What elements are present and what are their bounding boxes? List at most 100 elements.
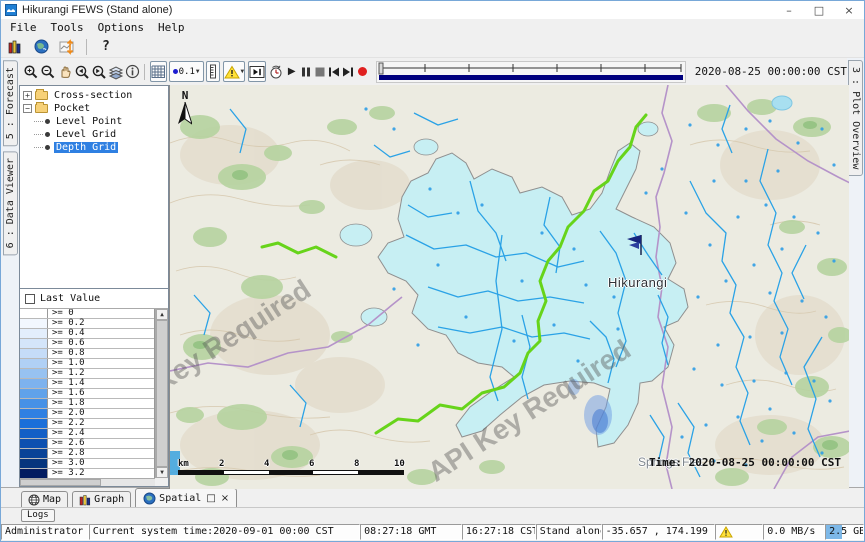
close-button[interactable]: × xyxy=(834,1,864,19)
bar-chart-icon xyxy=(79,494,91,506)
zoom-in-icon xyxy=(23,64,39,80)
legend-row[interactable]: >= 2.2 xyxy=(20,419,154,429)
grid-display-button[interactable] xyxy=(150,61,167,82)
step-back-button[interactable] xyxy=(327,61,340,82)
legend-row[interactable]: >= 2.6 xyxy=(20,439,154,449)
tree-node-label[interactable]: Pocket xyxy=(52,103,92,114)
legend-vertical-scrollbar[interactable]: ▲ ▼ xyxy=(155,309,168,478)
legend-row[interactable]: >= 1.0 xyxy=(20,359,154,369)
menu-item[interactable]: File xyxy=(3,21,44,34)
tab-maximize-icon[interactable]: □ xyxy=(206,493,215,504)
menu-item[interactable]: Options xyxy=(91,21,151,34)
tree-row[interactable]: + Cross-section xyxy=(20,89,168,101)
timeline-slider[interactable] xyxy=(376,61,686,83)
scroll-down-icon[interactable]: ▼ xyxy=(156,467,168,478)
tab-spatial[interactable]: Spatial □ × xyxy=(135,488,237,507)
pan-button[interactable] xyxy=(57,61,73,82)
step-forward-button[interactable] xyxy=(342,61,355,82)
minimize-button[interactable]: – xyxy=(774,1,804,19)
maximize-button[interactable]: □ xyxy=(804,1,834,19)
status-mode: Stand alone xyxy=(536,524,602,540)
scalebar-labels: km 2 4 6 8 10 xyxy=(178,459,404,470)
expand-icon[interactable]: + xyxy=(23,91,32,100)
timeline-ticks-icon xyxy=(377,62,685,76)
tab-close-icon[interactable]: × xyxy=(221,493,229,504)
status-memory: 2.5 GB xyxy=(825,524,864,540)
tab-map[interactable]: Map xyxy=(21,491,68,507)
tree-row[interactable]: − Pocket xyxy=(20,102,168,114)
database-display-button[interactable] xyxy=(5,38,25,56)
status-user: Administrator xyxy=(1,524,89,540)
legend-row-label: >= 2.4 xyxy=(48,429,154,438)
tab-data-viewer[interactable]: 6 : Data Viewer xyxy=(3,151,18,255)
record-button[interactable] xyxy=(356,61,369,82)
scalebar-tick: 8 xyxy=(354,459,359,469)
legend-row[interactable]: >= 1.8 xyxy=(20,399,154,409)
scalebar: km 2 4 6 8 10 xyxy=(178,459,404,475)
logs-row: Logs xyxy=(1,507,864,523)
menu-item[interactable]: Tools xyxy=(44,21,91,34)
zoom-previous-button[interactable] xyxy=(74,61,90,82)
legend-row[interactable]: >= 0.4 xyxy=(20,329,154,339)
logs-button[interactable]: Logs xyxy=(21,509,55,522)
legend-row[interactable]: >= 1.6 xyxy=(20,389,154,399)
legend-row[interactable]: >= 3.0 xyxy=(20,459,154,469)
legend-row[interactable]: >= 3.2 xyxy=(20,469,154,478)
tree-row[interactable]: Level Grid xyxy=(20,128,168,140)
interval-dropdown[interactable]: 0.1 ▼ xyxy=(169,61,204,82)
zoom-next-button[interactable] xyxy=(91,61,107,82)
legend-row[interactable]: >= 0.8 xyxy=(20,349,154,359)
legend-row[interactable]: >= 2.8 xyxy=(20,449,154,459)
tab-plot-overview[interactable]: 3 : Plot Overview xyxy=(848,60,863,176)
timeline-period-bar xyxy=(379,75,683,80)
layers-button[interactable] xyxy=(108,61,124,82)
scalebar-tick: 2 xyxy=(219,459,224,469)
tree-row[interactable]: Depth Grid xyxy=(20,141,168,153)
legend-horizontal-scrollbar[interactable] xyxy=(20,478,155,486)
tab-graph-label: Graph xyxy=(94,494,124,505)
tree-node-label[interactable]: Cross-section xyxy=(52,90,134,101)
tree-row[interactable]: Level Point xyxy=(20,115,168,127)
app-icon xyxy=(5,4,17,16)
legend-row-label: >= 1.2 xyxy=(48,369,154,378)
legend-row[interactable]: >= 1.4 xyxy=(20,379,154,389)
warning-dropdown[interactable]: ▼ xyxy=(223,61,246,82)
play-button[interactable]: ▶ xyxy=(285,61,298,82)
timer-button[interactable] xyxy=(268,61,284,82)
info-button[interactable] xyxy=(125,61,140,82)
zoom-in-button[interactable] xyxy=(23,61,39,82)
status-warning[interactable] xyxy=(715,524,763,540)
legend-row[interactable]: >= 1.2 xyxy=(20,369,154,379)
tree-node-label[interactable]: Level Point xyxy=(54,116,124,127)
scale-button[interactable] xyxy=(206,61,220,82)
chevron-down-icon: ▼ xyxy=(241,68,245,75)
chevron-down-icon: ▼ xyxy=(196,68,200,75)
window-title: Hikurangi FEWS (Stand alone) xyxy=(22,4,172,16)
zoom-out-button[interactable] xyxy=(40,61,56,82)
tab-graph[interactable]: Graph xyxy=(72,491,131,507)
legend-row[interactable]: >= 0.2 xyxy=(20,319,154,329)
legend-color-swatch xyxy=(20,449,48,458)
scroll-up-icon[interactable]: ▲ xyxy=(156,309,168,320)
legend-row[interactable]: >= 2.0 xyxy=(20,409,154,419)
tab-forecast[interactable]: 5 : Forecast xyxy=(3,60,18,146)
help-button[interactable]: ? xyxy=(96,39,116,54)
plot-display-button[interactable] xyxy=(57,38,77,56)
collapse-icon[interactable]: − xyxy=(23,104,32,113)
scrollbar-thumb[interactable] xyxy=(156,320,168,467)
legend-row[interactable]: >= 2.4 xyxy=(20,429,154,439)
movie-button[interactable] xyxy=(248,61,266,82)
tree-node-label-selected[interactable]: Depth Grid xyxy=(54,142,118,153)
scrollbar-thumb[interactable] xyxy=(20,479,101,486)
menu-item[interactable]: Help xyxy=(151,21,192,34)
stop-button[interactable] xyxy=(313,61,326,82)
map-view[interactable]: API Key Required API Key Required N Hiku… xyxy=(169,85,849,489)
last-value-checkbox[interactable] xyxy=(25,294,35,304)
pause-button[interactable] xyxy=(299,61,312,82)
legend-row[interactable]: >= 0.6 xyxy=(20,339,154,349)
legend-row-label: >= 0.2 xyxy=(48,319,154,328)
chart-arrow-icon xyxy=(59,39,76,55)
map-display-button[interactable] xyxy=(31,38,51,56)
tree-node-label[interactable]: Level Grid xyxy=(54,129,118,140)
legend-row[interactable]: >= 0 xyxy=(20,309,154,319)
